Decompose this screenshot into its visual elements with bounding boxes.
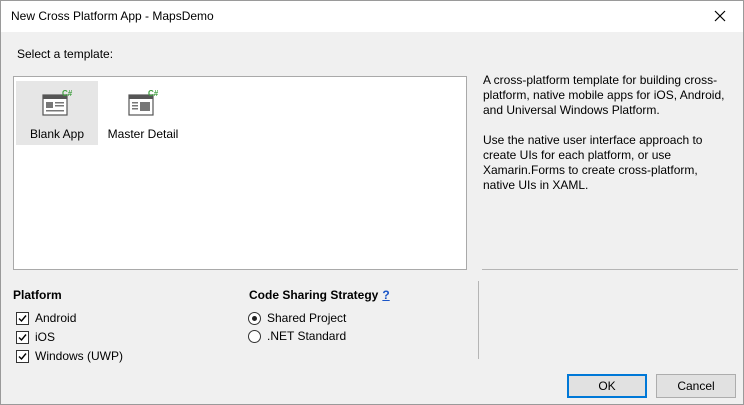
divider [482, 269, 738, 270]
dialog-window: New Cross Platform App - MapsDemo Select… [0, 0, 744, 405]
platform-option-ios[interactable]: iOS [16, 329, 55, 345]
checkmark-icon [18, 352, 27, 360]
help-link[interactable]: ? [382, 288, 389, 302]
template-master-detail[interactable]: C# Master Detail [102, 81, 184, 145]
description-paragraph: Use the native user interface approach t… [483, 133, 703, 192]
code-sharing-title: Code Sharing Strategy [249, 288, 379, 302]
template-list: C# Blank App C# Master Detail [13, 76, 467, 270]
svg-text:C#: C# [62, 89, 73, 98]
csharp-blank-app-template-icon: C# [42, 89, 73, 116]
code-sharing-heading: Code Sharing Strategy? [249, 288, 390, 302]
code-sharing-option-net-standard[interactable]: .NET Standard [248, 328, 346, 344]
checkbox[interactable] [16, 311, 29, 325]
close-icon [714, 10, 726, 22]
select-template-label: Select a template: [17, 47, 114, 61]
divider [478, 281, 479, 359]
title-bar: New Cross Platform App - MapsDemo [1, 1, 743, 32]
radio-button[interactable] [248, 311, 261, 325]
platform-heading: Platform [13, 288, 62, 302]
window-title: New Cross Platform App - MapsDemo [11, 9, 214, 23]
radio-label: .NET Standard [267, 329, 347, 343]
checkmark-icon [18, 333, 27, 341]
svg-text:C#: C# [148, 89, 159, 98]
checkbox[interactable] [16, 330, 29, 344]
template-blank-app[interactable]: C# Blank App [16, 81, 98, 145]
template-name: Blank App [29, 127, 85, 141]
checkbox-label: Android [35, 311, 77, 325]
checkbox[interactable] [16, 349, 29, 363]
checkbox-label: Windows (UWP) [35, 349, 124, 363]
template-description: A cross-platform template for building c… [483, 73, 733, 208]
code-sharing-option-shared-project[interactable]: Shared Project [248, 310, 346, 326]
radio-selected-dot [252, 315, 257, 321]
radio-button[interactable] [248, 329, 261, 343]
ok-button[interactable]: OK [567, 374, 647, 398]
close-button[interactable] [697, 1, 743, 32]
checkbox-label: iOS [35, 330, 56, 344]
description-paragraph: A cross-platform template for building c… [483, 73, 725, 117]
template-name: Master Detail [107, 127, 179, 141]
csharp-master-detail-template-icon: C# [128, 89, 159, 116]
checkmark-icon [18, 314, 27, 322]
platform-option-windows-uwp[interactable]: Windows (UWP) [16, 348, 123, 364]
radio-label: Shared Project [267, 311, 347, 325]
cancel-button[interactable]: Cancel [656, 374, 736, 398]
platform-option-android[interactable]: Android [16, 310, 76, 326]
